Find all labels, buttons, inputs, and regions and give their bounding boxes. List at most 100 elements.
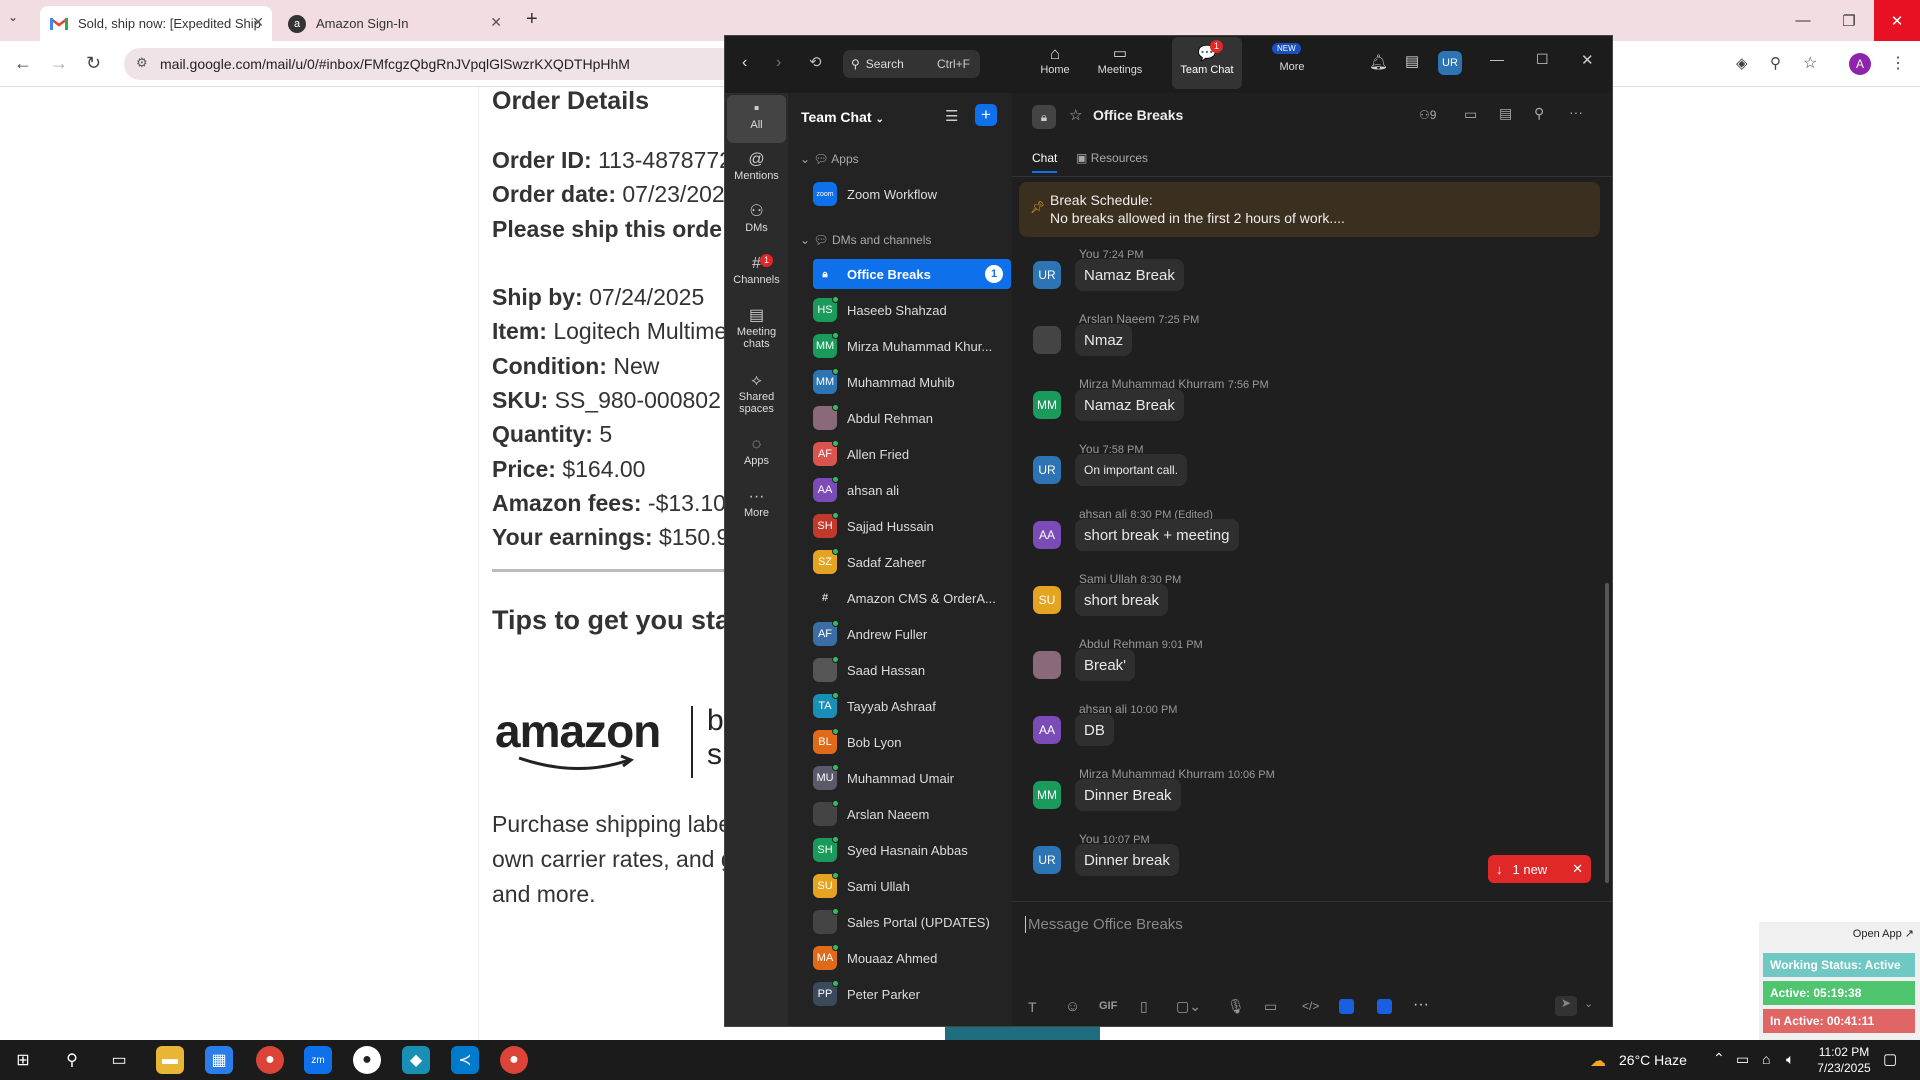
bell-icon[interactable]: 🔔︎ <box>1369 53 1388 71</box>
sidebar-item-contact[interactable]: Saad Hassan <box>813 655 1011 685</box>
message-bubble[interactable]: Nmaz <box>1075 324 1133 356</box>
tab-resources[interactable]: ▣ Resources <box>1076 151 1148 165</box>
zoom-search[interactable]: ⚲ Search Ctrl+F <box>843 50 980 78</box>
star-icon[interactable]: ☆ <box>1069 106 1082 124</box>
zoom-magnifier-icon[interactable]: ⚲ <box>1770 54 1781 72</box>
avatar[interactable]: UR <box>1033 456 1061 484</box>
avatar[interactable]: UR <box>1033 846 1061 874</box>
message-bubble[interactable]: On important call. <box>1075 454 1188 486</box>
nav-home[interactable]: ⌂ Home <box>1030 44 1080 76</box>
avatar[interactable]: SU <box>1033 586 1061 614</box>
sidebar-item-contact[interactable]: SZ Sadaf Zaheer <box>813 547 1011 577</box>
sidebar-item-contact[interactable]: BL Bob Lyon <box>813 727 1011 757</box>
user-avatar[interactable]: UR <box>1438 51 1462 75</box>
section-dms[interactable]: ⌄ 💬︎ DMs and channels <box>800 233 931 247</box>
forward-icon[interactable]: › <box>776 54 781 72</box>
rail-dms[interactable]: ⚇ DMs <box>727 204 786 235</box>
message-input[interactable]: Message Office Breaks <box>1025 916 1183 933</box>
video-icon[interactable]: ▭ <box>1464 106 1477 123</box>
message-bubble[interactable]: Namaz Break <box>1075 389 1184 421</box>
rail-all[interactable]: ▪ All <box>727 95 786 143</box>
sidebar-item-contact[interactable]: # Amazon CMS & OrderA... <box>813 583 1011 613</box>
message-bubble[interactable]: Dinner break <box>1075 844 1179 876</box>
sidebar-item-contact[interactable]: MA Mouaaz Ahmed <box>813 943 1011 973</box>
close-icon[interactable]: ✕ <box>1581 51 1594 69</box>
reload-icon[interactable]: ↻ <box>86 53 101 74</box>
rail-apps[interactable]: ◌ Apps <box>727 437 786 468</box>
clock[interactable]: 11:02 PM 7/23/2025 <box>1812 1044 1876 1076</box>
extension-icon[interactable]: ◈ <box>1736 54 1748 72</box>
vscode-icon[interactable]: ≺ <box>451 1046 479 1074</box>
tab-list-dropdown[interactable]: ⌄ <box>8 10 18 24</box>
nav-team-chat[interactable]: 💬 Team Chat 1 <box>1172 37 1242 89</box>
sidebar-item-contact[interactable]: SH Sajjad Hussain <box>813 511 1011 541</box>
task-view-icon[interactable]: ▭ <box>105 1046 133 1074</box>
back-icon[interactable]: ‹ <box>742 54 747 72</box>
file-explorer-icon[interactable]: ▬ <box>156 1046 184 1074</box>
open-app-link[interactable]: Open App ↗ <box>1853 927 1914 940</box>
chevron-down-icon[interactable]: ⌄ <box>1584 997 1593 1010</box>
maximize-icon[interactable]: ☐ <box>1536 51 1549 68</box>
forward-icon[interactable]: → <box>50 53 68 74</box>
sidebar-item-contact[interactable]: MM Mirza Muhammad Khur... <box>813 331 1011 361</box>
restore-icon[interactable]: ❐ <box>1826 0 1872 41</box>
bookmark-star-icon[interactable]: ☆ <box>1803 53 1817 73</box>
nav-more[interactable]: ···More NEW <box>1262 43 1322 73</box>
close-tab-icon[interactable]: ✕ <box>490 14 502 31</box>
message-bubble[interactable]: DB <box>1075 714 1114 746</box>
rail-mentions[interactable]: @ Mentions <box>727 152 786 183</box>
avatar[interactable]: AA <box>1033 521 1061 549</box>
tab-chat[interactable]: Chat <box>1032 151 1058 173</box>
rail-meeting-chats[interactable]: ▤ Meeting chats <box>727 308 786 351</box>
site-info-icon[interactable]: ⚙ <box>136 55 148 71</box>
sidebar-item-contact[interactable]: AF Allen Fried <box>813 439 1011 469</box>
video-message-icon[interactable]: ▭ <box>1264 998 1277 1015</box>
sidebar-item-contact[interactable]: AA ahsan ali <box>813 475 1011 505</box>
minimize-icon[interactable]: — <box>1490 51 1504 67</box>
pinned-message[interactable]: 📌︎ Break Schedule: No breaks allowed in … <box>1019 182 1600 237</box>
browser-menu-icon[interactable]: ⋮ <box>1890 53 1906 73</box>
battery-icon[interactable]: ▭ <box>1736 1051 1749 1068</box>
rail-shared-spaces[interactable]: ⟡ Shared spaces <box>727 373 786 416</box>
sidebar-item-contact[interactable]: MU Muhammad Umair <box>813 763 1011 793</box>
section-apps[interactable]: ⌄ 💬︎ Apps <box>800 152 859 166</box>
volume-icon[interactable]: 🔈︎ <box>1786 1051 1794 1068</box>
filter-icon[interactable]: ☰ <box>945 107 958 125</box>
sidebar-item-contact[interactable]: AF Andrew Fuller <box>813 619 1011 649</box>
send-icon[interactable]: ➤ <box>1555 996 1577 1016</box>
close-tab-icon[interactable]: ✕ <box>252 14 264 31</box>
screenshot-icon[interactable]: ▢⌄ <box>1176 998 1201 1015</box>
zoom-taskbar-icon[interactable]: zm <box>304 1046 332 1074</box>
chrome-profile-icon[interactable]: ● <box>500 1046 528 1074</box>
store-icon[interactable]: ▦ <box>205 1046 233 1074</box>
sidebar-title[interactable]: Team Chat ⌄ <box>801 109 884 125</box>
message-bubble[interactable]: Dinner Break <box>1075 779 1181 811</box>
sidebar-item-contact[interactable]: MM Muhammad Muhib <box>813 367 1011 397</box>
app-icon[interactable]: ◆ <box>402 1046 430 1074</box>
app-icon-blue[interactable] <box>1339 999 1354 1014</box>
sidebar-item-contact[interactable]: PP Peter Parker <box>813 979 1011 1009</box>
message-bubble[interactable]: short break + meeting <box>1075 519 1239 551</box>
gif-icon[interactable]: GIF <box>1099 1000 1117 1012</box>
new-messages-badge[interactable]: ↓ 1 new ✕ <box>1488 855 1591 883</box>
history-icon[interactable]: ⟲ <box>809 53 822 71</box>
sidebar-item-contact[interactable]: SU Sami Ullah <box>813 871 1011 901</box>
tray-chevron-icon[interactable]: ⌃ <box>1713 1050 1725 1067</box>
back-icon[interactable]: ← <box>14 53 32 74</box>
sidebar-item-office-breaks[interactable]: 🔒︎ Office Breaks 1 <box>813 259 1011 289</box>
sidebar-item-contact[interactable]: TA Tayyab Ashraaf <box>813 691 1011 721</box>
calendar-icon[interactable]: ▤ <box>1499 105 1512 122</box>
sidebar-item-contact[interactable]: HS Haseeb Shahzad <box>813 295 1011 325</box>
notification-icon[interactable]: ▢ <box>1883 1050 1897 1068</box>
close-window-icon[interactable]: ✕ <box>1874 0 1920 41</box>
weather-text[interactable]: 26°C Haze <box>1619 1052 1687 1068</box>
sidebar-item-contact[interactable]: Arslan Naeem <box>813 799 1011 829</box>
message-bubble[interactable]: short break <box>1075 584 1169 616</box>
code-icon[interactable]: </> <box>1302 999 1319 1013</box>
avatar[interactable]: UR <box>1033 261 1061 289</box>
profile-avatar[interactable]: A <box>1849 53 1871 75</box>
emoji-icon[interactable]: ☺ <box>1065 998 1080 1015</box>
microphone-icon[interactable]: 🎙︎ <box>1227 998 1245 1015</box>
sidebar-item-contact[interactable]: Sales Portal (UPDATES) <box>813 907 1011 937</box>
tab-gmail[interactable]: Sold, ship now: [Expedited Ship ✕ <box>40 6 272 41</box>
